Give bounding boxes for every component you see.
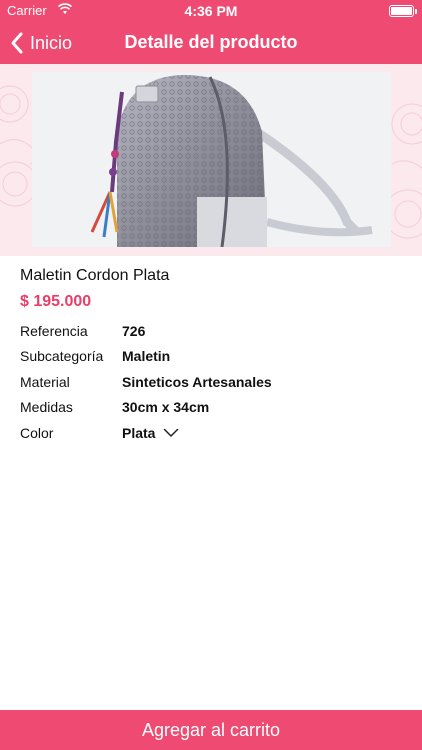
detail-label: Medidas	[20, 399, 73, 415]
detail-label: Referencia	[20, 323, 88, 339]
add-to-cart-button[interactable]: Agregar al carrito	[0, 710, 422, 750]
product-photo	[32, 72, 391, 247]
backpack-illustration	[32, 72, 391, 247]
detail-value: Maletin	[122, 348, 171, 364]
product-image-banner	[0, 64, 422, 256]
product-price: $ 195.000	[20, 293, 92, 310]
detail-label: Material	[20, 374, 70, 390]
chevron-down-icon	[164, 428, 179, 437]
chevron-left-icon	[11, 32, 23, 54]
battery-icon	[389, 5, 417, 17]
color-selected-value: Plata	[122, 425, 156, 441]
detail-value: 30cm x 34cm	[122, 399, 210, 415]
color-label: Color	[20, 425, 54, 441]
detail-label: Subcategoría	[20, 348, 104, 364]
detail-row-subcategoria: Subcategoría Maletin	[20, 346, 400, 366]
status-bar: Carrier 4:36 PM	[0, 0, 422, 22]
detail-value: Sinteticos Artesanales	[122, 374, 272, 390]
navigation-bar: Inicio Detalle del producto	[0, 22, 422, 64]
status-time: 4:36 PM	[184, 3, 238, 19]
detail-value: 726	[122, 323, 146, 339]
detail-row-color: Color Plata	[20, 423, 400, 443]
product-name: Maletin Cordon Plata	[20, 267, 170, 284]
back-button-label: Inicio	[30, 32, 73, 53]
color-select[interactable]: Plata	[122, 425, 179, 441]
detail-row-referencia: Referencia 726	[20, 321, 400, 341]
detail-row-medidas: Medidas 30cm x 34cm	[20, 397, 400, 417]
back-button[interactable]: Inicio	[10, 30, 72, 56]
detail-row-material: Material Sinteticos Artesanales	[20, 372, 400, 392]
top-bar: Carrier 4:36 PM Inicio Detalle del produ…	[0, 0, 422, 64]
